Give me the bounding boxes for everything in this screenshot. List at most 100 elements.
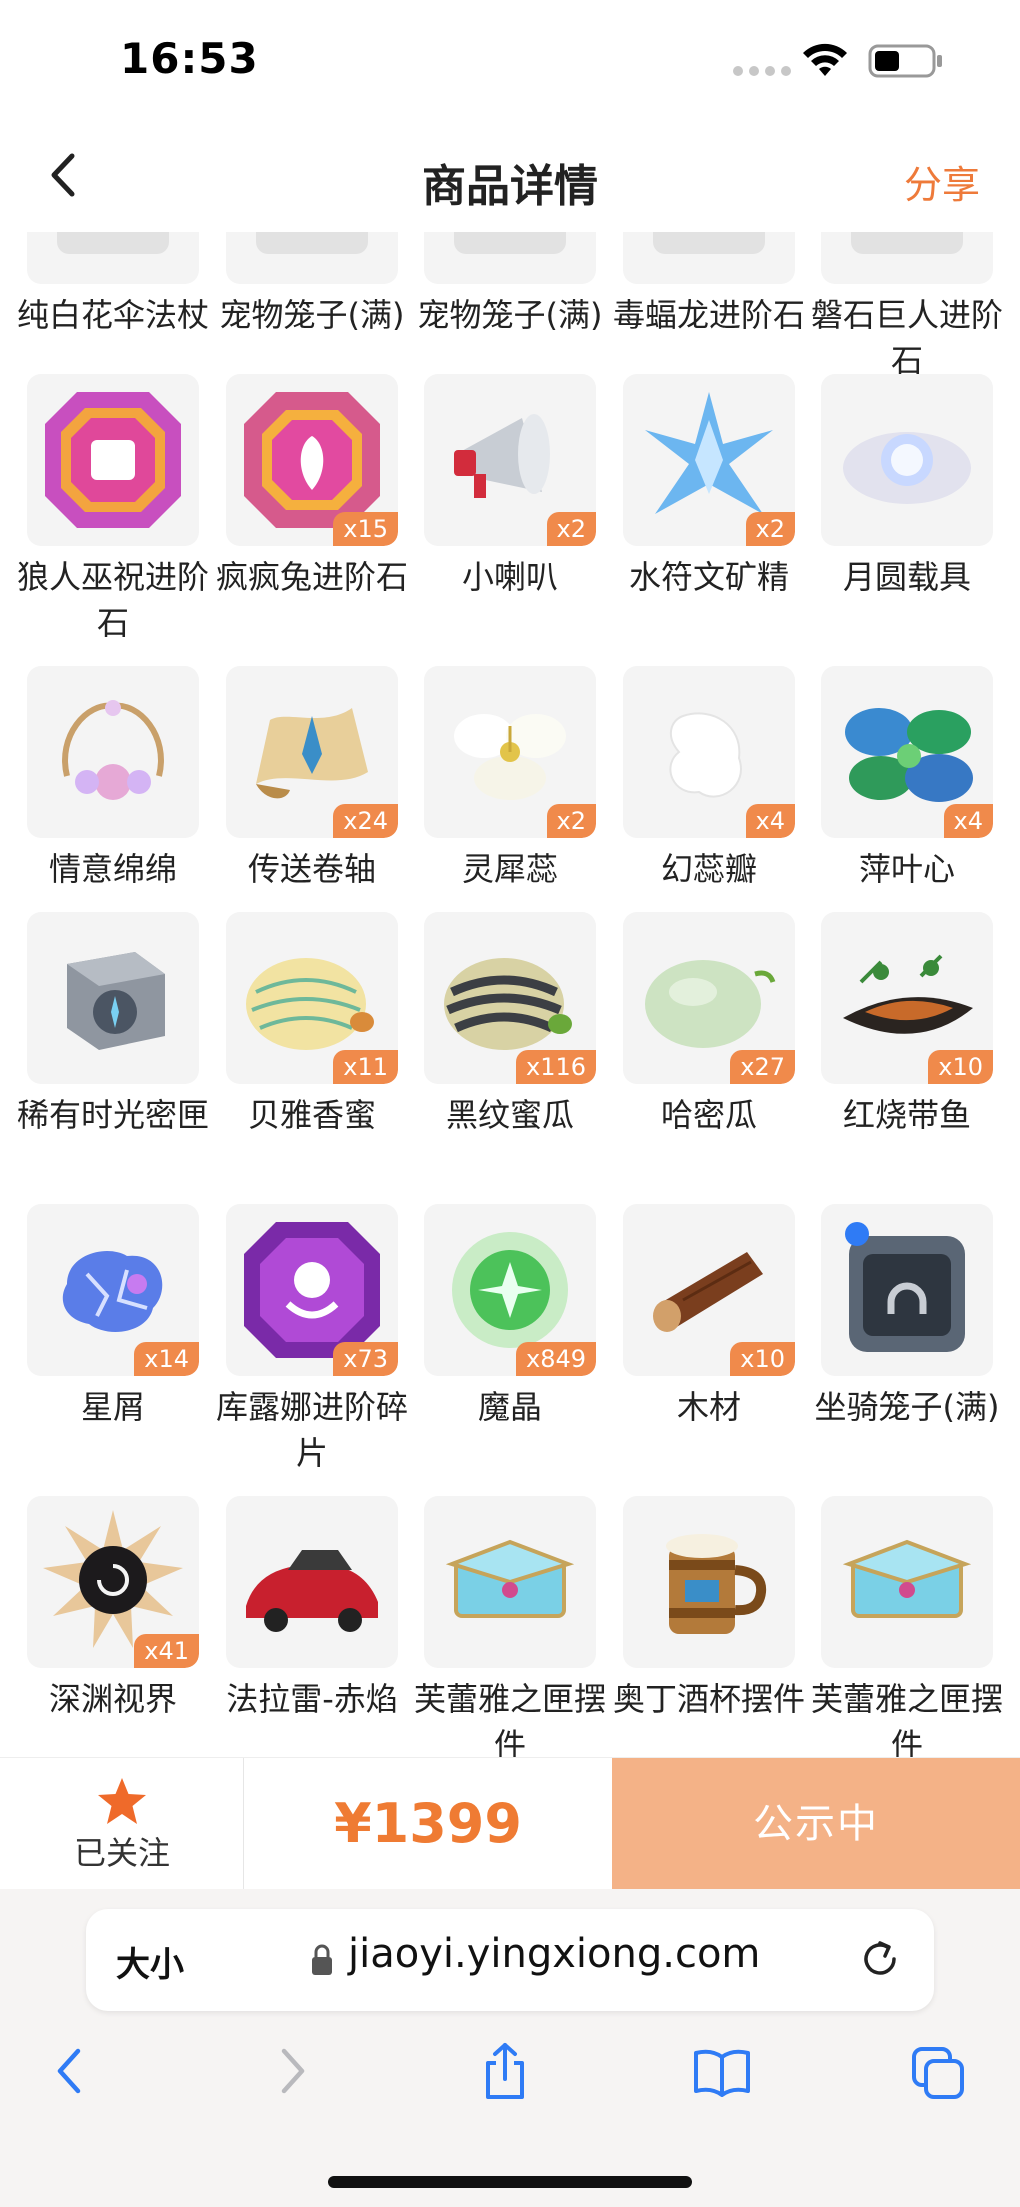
grid-item[interactable]: 狼人巫祝进阶石 xyxy=(17,374,209,642)
item-name: 贝雅香蜜 xyxy=(247,1096,376,1134)
item-thumbnail xyxy=(821,1496,993,1668)
back-icon[interactable] xyxy=(52,2041,86,2101)
nav-header: 商品详情 分享 xyxy=(0,120,1020,232)
url-text: jiaoyi.yingxiong.com xyxy=(348,1931,761,1977)
item-name: 传送卷轴 xyxy=(247,850,376,888)
share-button[interactable]: 分享 xyxy=(904,154,980,209)
reload-icon[interactable] xyxy=(858,1937,902,1981)
lock-icon xyxy=(312,1944,332,1975)
grid-item[interactable]: x2 水符文矿精 xyxy=(623,374,795,614)
grid-item[interactable]: 月圆载具 xyxy=(821,374,993,614)
item-thumbnail xyxy=(821,1204,993,1376)
item-thumbnail xyxy=(27,666,199,838)
grid-item[interactable]: 磐石巨人进阶石 xyxy=(811,232,1003,380)
grid-item[interactable]: 毒蝠龙进阶石 xyxy=(613,232,805,352)
item-name: 情意绵绵 xyxy=(48,850,177,888)
item-name: 稀有时光密匣 xyxy=(16,1096,209,1134)
grid-item[interactable]: 稀有时光密匣 xyxy=(17,912,209,1152)
pet-cage-icon xyxy=(256,232,368,254)
item-thumbnail: x41 xyxy=(27,1496,199,1668)
grid-item[interactable]: 芙蕾雅之匣摆件 xyxy=(414,1496,606,1757)
grid-item[interactable]: 宠物笼子(满) xyxy=(220,232,404,352)
item-name: 疯疯兔进阶石 xyxy=(215,558,408,596)
address-bar[interactable]: 大小 jiaoyi.yingxiong.com xyxy=(86,1909,934,2011)
item-thumbnail xyxy=(226,1496,398,1668)
item-thumbnail: x849 xyxy=(424,1204,596,1376)
item-thumbnail: x14 xyxy=(27,1204,199,1376)
grid-item[interactable]: 奥丁酒杯摆件 xyxy=(613,1496,805,1736)
follow-button[interactable]: 已关注 xyxy=(0,1758,244,1890)
grid-item[interactable]: x4 萍叶心 xyxy=(821,666,993,906)
grid-item[interactable]: x849 魔晶 xyxy=(424,1204,596,1444)
grid-item[interactable]: x41 深渊视界 xyxy=(27,1496,199,1736)
quantity-badge: x2 xyxy=(546,804,596,838)
grid-item[interactable]: x73 库露娜进阶碎片 xyxy=(216,1204,408,1472)
rock-giant-stone-icon xyxy=(851,232,963,254)
item-grid: 纯白花伞法杖 宠物笼子(满) 宠物笼子(满) 毒蝠龙进阶石 磐石巨人进阶石 狼人巫祝进阶石… xyxy=(0,232,1020,1757)
grid-item[interactable]: x10 红烧带鱼 xyxy=(821,912,993,1152)
quantity-badge: x10 xyxy=(730,1342,795,1376)
action-bar: 已关注 ¥1399 公示中 xyxy=(0,1757,1020,1890)
grid-item[interactable]: 纯白花伞法杖 xyxy=(17,232,209,352)
item-thumbnail xyxy=(27,374,199,546)
quantity-badge: x15 xyxy=(333,512,398,546)
item-name: 黑纹蜜瓜 xyxy=(445,1096,574,1134)
page-title: 商品详情 xyxy=(422,161,598,212)
quantity-badge: x2 xyxy=(745,512,795,546)
wifi-icon xyxy=(803,43,847,76)
cellular-signal-icon xyxy=(733,66,791,76)
grid-item[interactable]: x4 幻蕊瓣 xyxy=(623,666,795,906)
beer-mug-icon xyxy=(666,1534,767,1634)
quantity-badge: x14 xyxy=(134,1342,199,1376)
grid-item[interactable]: x2 灵犀蕊 xyxy=(424,666,596,906)
item-name: 红烧带鱼 xyxy=(842,1096,971,1134)
item-thumbnail: x2 xyxy=(424,666,596,838)
red-car-icon xyxy=(246,1550,378,1632)
grid-item[interactable]: x116 黑纹蜜瓜 xyxy=(424,912,596,1152)
grid-item[interactable]: x27 哈密瓜 xyxy=(623,912,795,1152)
forward-icon[interactable] xyxy=(276,2041,310,2101)
item-thumbnail xyxy=(424,232,596,284)
quantity-badge: x11 xyxy=(333,1050,398,1084)
battery-icon xyxy=(868,44,942,78)
time-box-icon xyxy=(67,952,165,1050)
item-name: 库露娜进阶碎片 xyxy=(215,1388,408,1472)
grid-item[interactable]: x10 木材 xyxy=(623,1204,795,1444)
jewel-box-icon xyxy=(842,1539,972,1618)
item-name: 萍叶心 xyxy=(858,850,955,888)
item-name: 芙蕾雅之匣摆件 xyxy=(413,1680,606,1757)
item-name: 小喇叭 xyxy=(461,558,558,596)
wreath-icon xyxy=(62,700,164,800)
text-size-button[interactable]: 大小 xyxy=(116,1937,184,1986)
grid-item[interactable]: 坐骑笼子(满) xyxy=(815,1204,999,1444)
grid-item[interactable]: x2 小喇叭 xyxy=(424,374,596,614)
item-thumbnail: x24 xyxy=(226,666,398,838)
grid-item[interactable]: x11 贝雅香蜜 xyxy=(226,912,398,1152)
item-name: 灵犀蕊 xyxy=(461,850,558,888)
item-thumbnail xyxy=(821,232,993,284)
item-name: 哈密瓜 xyxy=(660,1096,757,1134)
publicity-button[interactable]: 公示中 xyxy=(612,1758,1020,1890)
item-name: 宠物笼子(满) xyxy=(219,296,405,334)
grid-item[interactable]: x24 传送卷轴 xyxy=(226,666,398,906)
item-name: 奥丁酒杯摆件 xyxy=(612,1680,805,1718)
quantity-badge: x849 xyxy=(515,1342,596,1376)
tabs-icon[interactable] xyxy=(910,2041,966,2101)
item-name: 芙蕾雅之匣摆件 xyxy=(810,1680,1003,1757)
follow-label: 已关注 xyxy=(73,1834,170,1872)
mount-cage-icon xyxy=(845,1222,965,1352)
grid-item[interactable]: 芙蕾雅之匣摆件 xyxy=(811,1496,1003,1757)
item-thumbnail xyxy=(424,1496,596,1668)
grid-item[interactable]: 宠物笼子(满) xyxy=(418,232,602,352)
grid-item[interactable]: 情意绵绵 xyxy=(27,666,199,906)
grid-item[interactable]: 法拉雷-赤焰 xyxy=(226,1496,398,1736)
item-name: 水符文矿精 xyxy=(628,558,789,596)
item-name: 深渊视界 xyxy=(48,1680,177,1718)
bookmarks-icon[interactable] xyxy=(692,2041,752,2101)
grid-item[interactable]: x14 星屑 xyxy=(27,1204,199,1444)
share-icon[interactable] xyxy=(480,2041,530,2101)
item-name: 坐骑笼子(满) xyxy=(814,1388,1000,1426)
quantity-badge: x4 xyxy=(943,804,993,838)
quantity-badge: x24 xyxy=(333,804,398,838)
grid-item[interactable]: x15 疯疯兔进阶石 xyxy=(216,374,408,614)
